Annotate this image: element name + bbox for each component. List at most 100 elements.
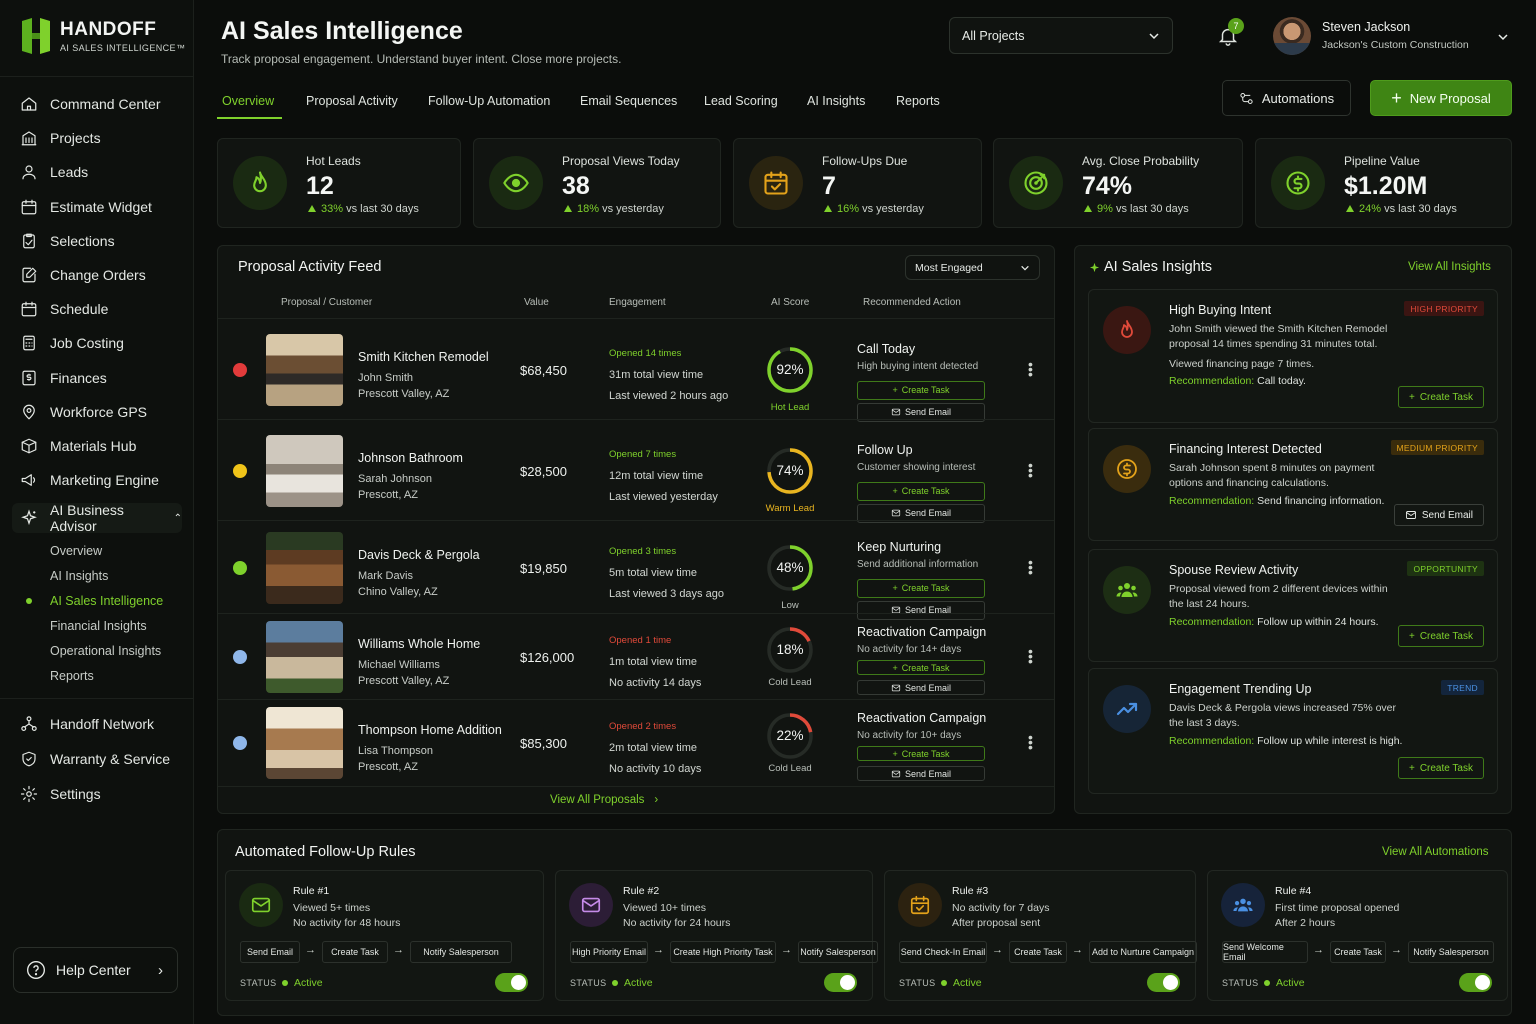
notifications-button[interactable]: 7	[1217, 18, 1244, 48]
send-email-button[interactable]: Send Email	[1393, 504, 1484, 526]
sidebar-item-workforce-gps[interactable]: Workforce GPS	[12, 397, 182, 427]
sidebar-item-label: Leads	[50, 164, 89, 181]
rule-active-toggle[interactable]	[824, 973, 857, 992]
sidebar-item-projects[interactable]: Projects	[12, 123, 182, 153]
sidebar-subitem-operational-insights[interactable]: Operational Insights	[50, 644, 161, 658]
insight-card[interactable]: Engagement Trending Up TREND Davis Deck …	[1088, 668, 1498, 794]
more-options-icon[interactable]: • • •	[1028, 730, 1033, 754]
rule-card[interactable]: Rule #1 Viewed 5+ times No activity for …	[225, 870, 544, 1001]
sidebar-item-schedule[interactable]: Schedule	[12, 294, 182, 324]
sidebar-item-finances[interactable]: Finances	[12, 363, 182, 393]
more-options-icon[interactable]: • • •	[1028, 555, 1033, 579]
view-all-proposals-link[interactable]: View All Proposals ›	[550, 794, 658, 806]
new-proposal-button[interactable]: + New Proposal	[1370, 80, 1512, 116]
more-options-icon[interactable]: • • •	[1028, 357, 1033, 381]
feed-sort-select[interactable]: Most Engaged	[905, 255, 1040, 280]
create-task-button[interactable]: + Create Task	[857, 660, 985, 675]
avatar[interactable]	[1273, 17, 1311, 55]
sidebar-item-leads[interactable]: Leads	[12, 157, 182, 187]
sidebar-item-estimate-widget[interactable]: Estimate Widget	[12, 192, 182, 222]
kpi-period: vs yesterday	[602, 203, 664, 215]
proposal-thumbnail[interactable]	[266, 531, 343, 604]
sidebar-item-marketing-engine[interactable]: Marketing Engine	[12, 465, 182, 495]
kpi-card-hot-leads[interactable]: Hot Leads 12 33% vs last 30 days	[217, 138, 461, 228]
proposal-thumbnail[interactable]	[266, 621, 343, 693]
insight-card[interactable]: Spouse Review Activity OPPORTUNITY Propo…	[1088, 549, 1498, 662]
proposal-thumbnail[interactable]	[266, 434, 343, 507]
tab-email-sequences[interactable]: Email Sequences	[580, 94, 677, 108]
insight-card[interactable]: High Buying Intent HIGH PRIORITY John Sm…	[1088, 289, 1498, 423]
sidebar-item-handoff-network[interactable]: Handoff Network	[12, 709, 182, 739]
sidebar-subitem-ai-sales-intelligence[interactable]: AI Sales Intelligence	[50, 594, 163, 608]
sidebar-item-change-orders[interactable]: Change Orders	[12, 260, 182, 290]
rule-card[interactable]: Rule #2 Viewed 10+ times No activity for…	[555, 870, 878, 1001]
sidebar-item-label: Projects	[50, 130, 101, 147]
more-options-icon[interactable]: • • •	[1028, 458, 1033, 482]
sidebar-item-settings[interactable]: Settings	[12, 779, 182, 809]
sidebar-subitem-ai-insights[interactable]: AI Insights	[50, 569, 108, 583]
view-time: 1m total view time	[609, 656, 698, 668]
send-email-button[interactable]: Send Email	[857, 680, 985, 695]
tab-reports[interactable]: Reports	[896, 94, 940, 108]
view-time: 31m total view time	[609, 368, 704, 381]
rule-active-toggle[interactable]	[1147, 973, 1180, 992]
create-task-button[interactable]: + Create Task	[1397, 386, 1484, 408]
help-center-button[interactable]: Help Center ›	[13, 947, 178, 993]
create-task-button[interactable]: + Create Task	[857, 578, 985, 598]
sidebar-item-command-center[interactable]: Command Center	[12, 89, 182, 119]
insight-title: Engagement Trending Up	[1169, 682, 1312, 696]
proposal-thumbnail[interactable]	[266, 707, 343, 779]
proposal-name[interactable]: Davis Deck & Pergola	[358, 548, 480, 562]
tab-proposal-activity[interactable]: Proposal Activity	[306, 94, 398, 108]
kpi-card-follow-ups-due[interactable]: Follow-Ups Due 7 16% vs yesterday	[733, 138, 982, 228]
create-task-button[interactable]: + Create Task	[857, 380, 985, 400]
create-task-button[interactable]: + Create Task	[1397, 625, 1484, 647]
rule-icon-badge	[569, 883, 613, 927]
user-menu-chevron-icon[interactable]	[1497, 31, 1509, 43]
sidebar-subitem-reports[interactable]: Reports	[50, 669, 94, 683]
kpi-trend: 18% vs yesterday	[564, 203, 664, 215]
tab-follow-up-automation[interactable]: Follow-Up Automation	[428, 94, 550, 108]
proposal-name[interactable]: Johnson Bathroom	[358, 451, 463, 465]
trend-up-arrow-icon	[564, 205, 572, 212]
sidebar-subitem-overview[interactable]: Overview	[50, 544, 102, 558]
send-email-button[interactable]: Send Email	[857, 766, 985, 781]
insight-card[interactable]: Financing Interest Detected MEDIUM PRIOR…	[1088, 428, 1498, 541]
rule-card[interactable]: Rule #3 No activity for 7 days After pro…	[884, 870, 1197, 1001]
proposal-name[interactable]: Thompson Home Addition	[358, 723, 502, 737]
sidebar-item-warranty-and-service[interactable]: Warranty & Service	[12, 744, 182, 774]
tab-overview[interactable]: Overview	[222, 94, 274, 108]
sidebar-subitem-financial-insights[interactable]: Financial Insights	[50, 619, 147, 633]
customer-name: Lisa Thompson	[358, 745, 434, 757]
project-select[interactable]: All Projects	[949, 17, 1173, 54]
tab-ai-insights[interactable]: AI Insights	[807, 94, 865, 108]
create-task-button[interactable]: + Create Task	[857, 746, 985, 761]
users-icon	[1116, 583, 1138, 597]
kpi-card-pipeline-value[interactable]: Pipeline Value $1.20M 24% vs last 30 day…	[1255, 138, 1512, 228]
sidebar-item-job-costing[interactable]: Job Costing	[12, 328, 182, 358]
sidebar-item-materials-hub[interactable]: Materials Hub	[12, 431, 182, 461]
kpi-card-avg-close-probability[interactable]: Avg. Close Probability 74% 9% vs last 30…	[993, 138, 1243, 228]
create-task-button[interactable]: + Create Task	[1397, 757, 1484, 779]
view-all-insights-link[interactable]: View All Insights	[1408, 261, 1491, 273]
sidebar-item-ai-business-advisor[interactable]: AI Business Advisor ⌃	[12, 502, 182, 534]
proposal-name[interactable]: Smith Kitchen Remodel	[358, 350, 489, 364]
plus-icon: +	[1408, 630, 1415, 642]
sidebar-item-selections[interactable]: Selections	[12, 226, 182, 256]
automations-button[interactable]: Automations	[1222, 80, 1351, 116]
proposal-name[interactable]: Williams Whole Home	[358, 637, 480, 651]
rule-active-toggle[interactable]	[1459, 973, 1492, 992]
view-all-automations-link[interactable]: View All Automations	[1382, 846, 1489, 858]
rule-active-toggle[interactable]	[495, 973, 528, 992]
create-task-button[interactable]: + Create Task	[857, 481, 985, 501]
more-options-icon[interactable]: • • •	[1028, 644, 1033, 668]
rule-card[interactable]: Rule #4 First time proposal opened After…	[1207, 870, 1508, 1001]
brand[interactable]: HANDOFF AI SALES INTELLIGENCE™	[20, 18, 185, 54]
proposal-thumbnail[interactable]	[266, 333, 343, 406]
send-email-label: Send Email	[904, 407, 952, 417]
megaphone-icon	[21, 474, 36, 487]
insight-action-label: Create Task	[1419, 762, 1473, 774]
tab-lead-scoring[interactable]: Lead Scoring	[704, 94, 778, 108]
mail-icon	[1405, 511, 1416, 519]
kpi-card-proposal-views-today[interactable]: Proposal Views Today 38 18% vs yesterday	[473, 138, 721, 228]
